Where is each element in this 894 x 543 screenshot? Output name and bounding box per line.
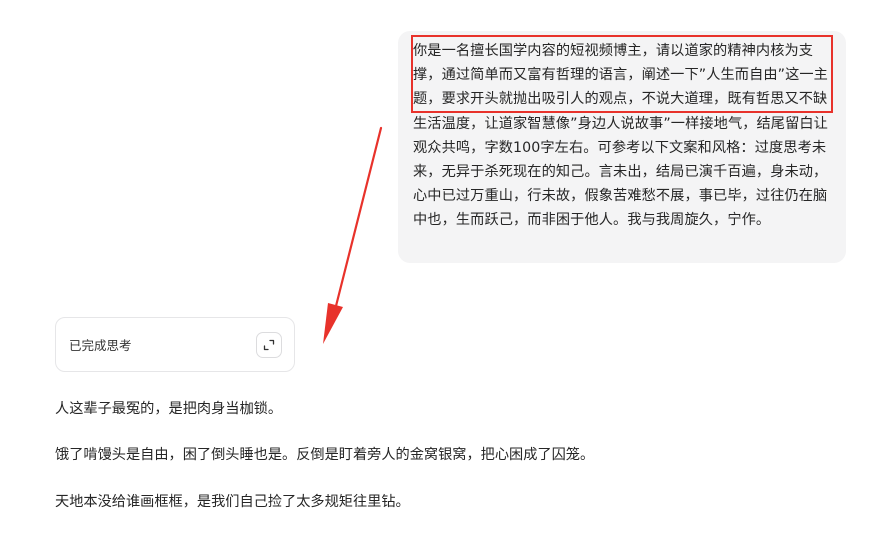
thinking-status-card[interactable]: 已完成思考 [55, 317, 295, 372]
thinking-status-label: 已完成思考 [69, 338, 132, 353]
expand-thinking-button[interactable] [256, 331, 282, 358]
user-message-bubble: 你是一名擅长国学内容的短视频博主，请以道家的精神内核为支撑，通过简单而又富有哲理… [398, 31, 846, 263]
answer-paragraph-1: 人这辈子最冤的，是把肉身当枷锁。 [55, 401, 283, 417]
answer-paragraph-3: 天地本没给谁画框框，是我们自己捡了太多规矩往里钻。 [55, 494, 410, 510]
user-message-text: 你是一名擅长国学内容的短视频博主，请以道家的精神内核为支撑，通过简单而又富有哲理… [413, 43, 828, 229]
answer-paragraph-2: 饿了啃馒头是自由，困了倒头睡也是。反倒是盯着旁人的金窝银窝，把心困成了囚笼。 [55, 447, 595, 463]
expand-icon [263, 339, 275, 350]
